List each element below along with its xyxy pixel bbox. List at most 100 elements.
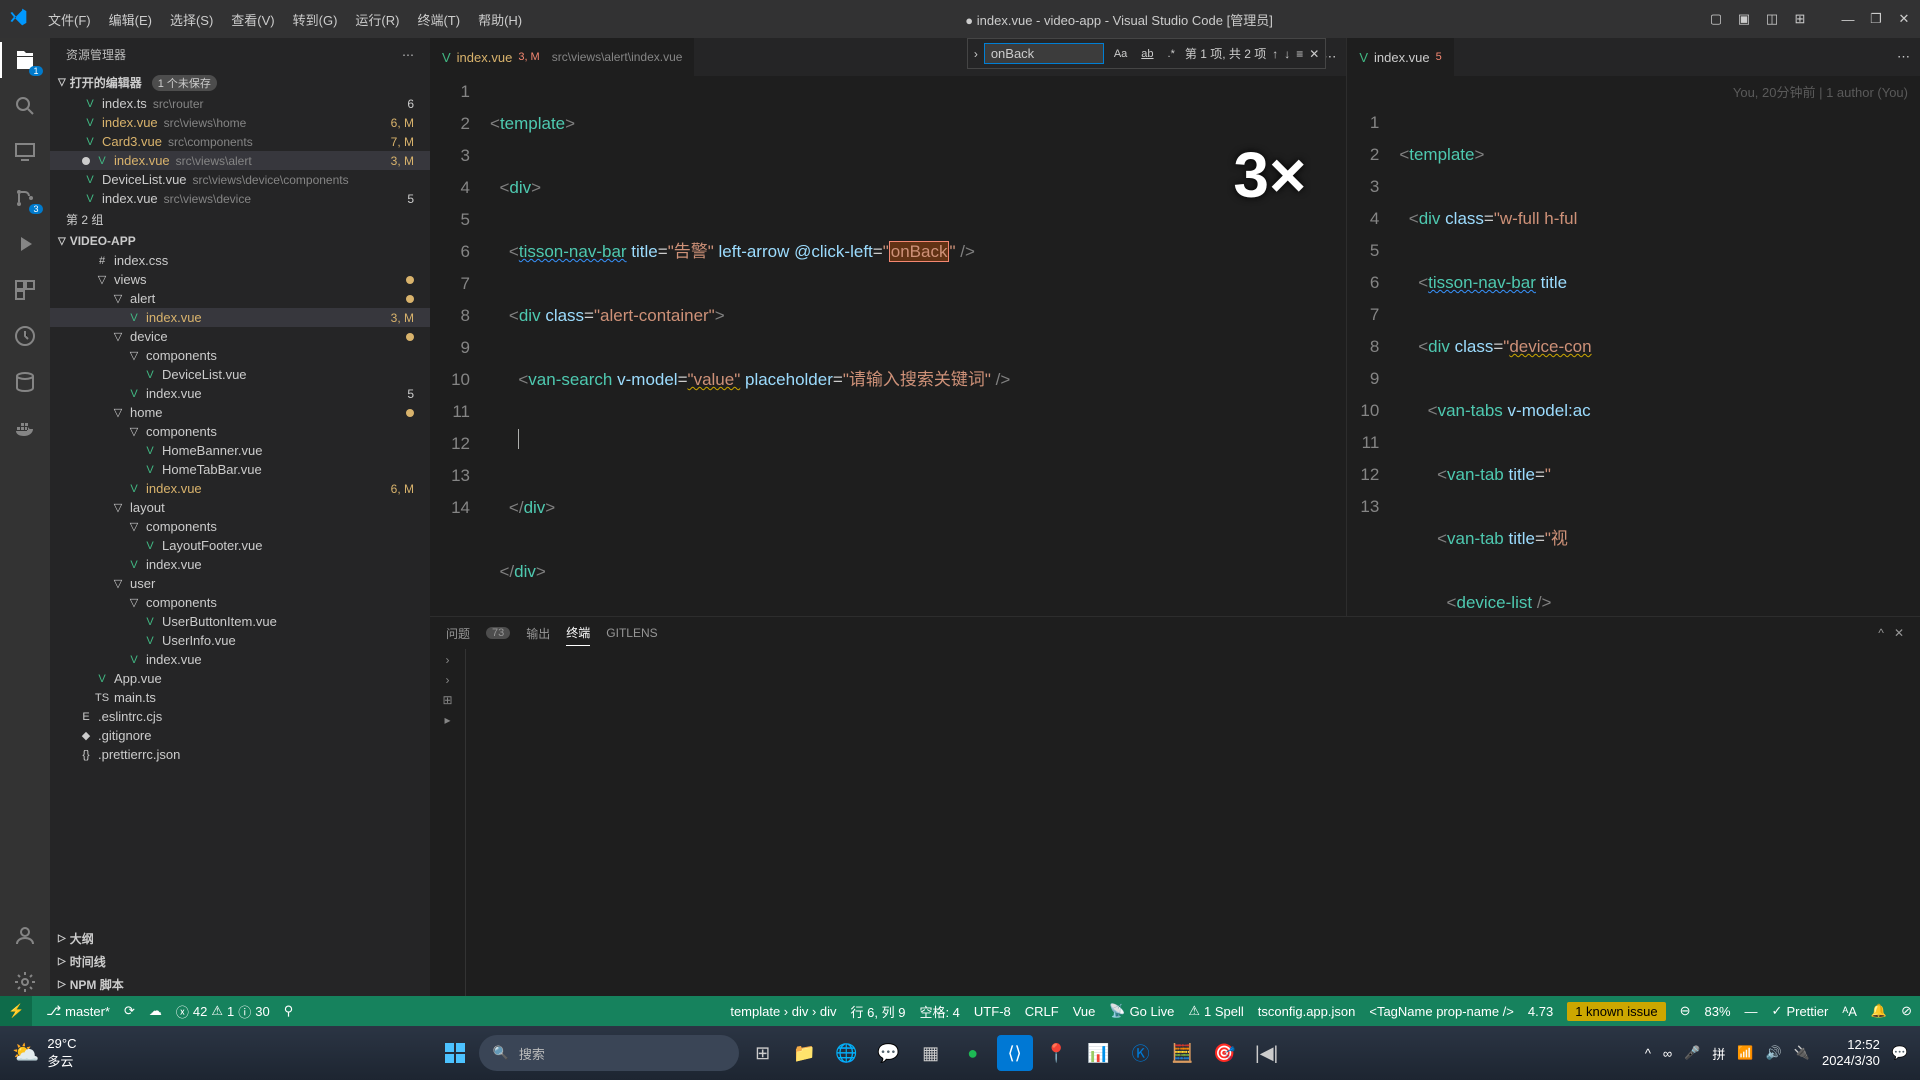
status-font-icon[interactable]: ᴬA (1842, 1004, 1857, 1019)
panel-tab-problems[interactable]: 问题 (446, 621, 470, 646)
file-item[interactable]: VDeviceList.vue (50, 365, 430, 384)
status-issue[interactable]: 1 known issue (1567, 1002, 1665, 1021)
activity-liveshare-icon[interactable] (11, 322, 39, 350)
status-sync-icon[interactable]: ⟳ (124, 1003, 135, 1019)
folder-item[interactable]: ▽components (50, 517, 430, 536)
menu-view[interactable]: 查看(V) (223, 6, 282, 33)
tray-icon[interactable]: ∞ (1663, 1046, 1672, 1061)
menu-terminal[interactable]: 终端(T) (409, 6, 468, 33)
app-icon[interactable]: |◀| (1249, 1035, 1285, 1071)
activity-extensions-icon[interactable] (11, 276, 39, 304)
minimize-icon[interactable]: — (1840, 11, 1856, 27)
status-crumb[interactable]: template › div › div (730, 1004, 836, 1019)
app-icon[interactable]: ● (955, 1035, 991, 1071)
file-item[interactable]: TSmain.ts (50, 688, 430, 707)
close-icon[interactable]: ✕ (1896, 11, 1912, 27)
menu-select[interactable]: 选择(S) (162, 6, 221, 33)
taskview-icon[interactable]: ⊞ (745, 1035, 781, 1071)
file-item[interactable]: VUserInfo.vue (50, 631, 430, 650)
activity-explorer-icon[interactable]: 1 (11, 46, 39, 74)
find-prev-icon[interactable]: ↑ (1272, 47, 1278, 61)
app-icon[interactable]: 📊 (1081, 1035, 1117, 1071)
find-next-icon[interactable]: ↓ (1284, 47, 1290, 61)
activity-search-icon[interactable] (11, 92, 39, 120)
activity-remote-icon[interactable] (11, 138, 39, 166)
status-prettier[interactable]: ✓ Prettier (1772, 1003, 1829, 1019)
activity-database-icon[interactable] (11, 368, 39, 396)
file-item[interactable]: E.eslintrc.cjs (50, 707, 430, 726)
maximize-icon[interactable]: ❐ (1868, 11, 1884, 27)
open-editors-section[interactable]: ▽ 打开的编辑器 1 个未保存 (50, 71, 430, 94)
timeline-section[interactable]: ▷时间线 (50, 950, 430, 973)
find-close-icon[interactable]: ✕ (1309, 47, 1319, 61)
activity-debug-icon[interactable] (11, 230, 39, 258)
status-branch[interactable]: ⎇ master* (46, 1003, 110, 1019)
status-zoom[interactable]: 83% (1705, 1004, 1731, 1019)
file-item[interactable]: VApp.vue (50, 669, 430, 688)
taskbar-search[interactable]: 🔍 搜索 (479, 1035, 739, 1071)
more-icon[interactable]: ⋯ (1897, 49, 1910, 65)
panel-tab-gitlens[interactable]: GITLENS (606, 622, 657, 644)
file-item[interactable]: Vindex.vue5 (50, 384, 430, 403)
tray-notifications-icon[interactable]: 💬 (1892, 1045, 1908, 1061)
taskbar-clock[interactable]: 12:52 2024/3/30 (1822, 1037, 1880, 1068)
layout-toggle-icon[interactable]: ▢ (1708, 11, 1724, 27)
taskbar-weather[interactable]: ⛅ 29°C 多云 (12, 1036, 76, 1070)
status-spaces[interactable]: 空格: 4 (919, 1002, 959, 1021)
folder-item[interactable]: ▽views (50, 270, 430, 289)
tray-volume-icon[interactable]: 🔊 (1766, 1045, 1782, 1061)
open-editor-item[interactable]: Vindex.vuesrc\views\alert3, M (50, 151, 430, 170)
panel-maximize-icon[interactable]: ^ (1878, 626, 1884, 640)
find-expand-icon[interactable]: › (974, 47, 978, 61)
status-encoding[interactable]: UTF-8 (974, 1004, 1011, 1019)
open-editor-item[interactable]: Vindex.vuesrc\views\device5 (50, 189, 430, 208)
status-bell-icon[interactable]: 🔔 (1871, 1003, 1887, 1019)
folder-item[interactable]: ▽user (50, 574, 430, 593)
file-item[interactable]: Vindex.vue (50, 650, 430, 669)
activity-settings-icon[interactable] (11, 968, 39, 996)
status-zoom-out-icon[interactable]: ⊖ (1680, 1003, 1691, 1019)
file-item[interactable]: VUserButtonItem.vue (50, 612, 430, 631)
calc-app-icon[interactable]: 🧮 (1165, 1035, 1201, 1071)
panel-close-icon[interactable]: ✕ (1894, 626, 1904, 640)
find-input[interactable] (984, 43, 1104, 64)
status-lang[interactable]: Vue (1073, 1004, 1096, 1019)
panel-toggle-icon[interactable]: ▣ (1736, 11, 1752, 27)
status-remote[interactable]: ⚡ (0, 996, 32, 1026)
file-item[interactable]: Vindex.vue3, M (50, 308, 430, 327)
folder-item[interactable]: ▽layout (50, 498, 430, 517)
terminal-split-icon[interactable]: ⊞ (442, 693, 452, 707)
find-case-icon[interactable]: Aa (1110, 46, 1131, 62)
find-selection-icon[interactable]: ≡ (1296, 47, 1303, 61)
file-item[interactable]: Vindex.vue6, M (50, 479, 430, 498)
app-icon[interactable]: Ⓚ (1123, 1035, 1159, 1071)
status-version[interactable]: 4.73 (1528, 1004, 1553, 1019)
menu-file[interactable]: 文件(F) (40, 6, 99, 33)
wechat-app-icon[interactable]: 💬 (871, 1035, 907, 1071)
menu-help[interactable]: 帮助(H) (470, 6, 530, 33)
tray-chevron-icon[interactable]: ^ (1645, 1046, 1651, 1061)
file-item[interactable]: {}.prettierrc.json (50, 745, 430, 764)
tray-wifi-icon[interactable]: 📶 (1737, 1045, 1753, 1061)
folder-item[interactable]: ▽device (50, 327, 430, 346)
status-cursor[interactable]: 行 6, 列 9 (851, 1002, 906, 1021)
folder-item[interactable]: ▽components (50, 422, 430, 441)
terminal-cmd-icon[interactable]: ▸ (444, 713, 450, 727)
open-editor-item[interactable]: Vindex.tssrc\router6 (50, 94, 430, 113)
status-copilot-icon[interactable]: ⊘ (1901, 1003, 1912, 1019)
project-section[interactable]: ▽ VIDEO-APP (50, 231, 430, 251)
vscode-app-icon[interactable]: ⟨⟩ (997, 1035, 1033, 1071)
folder-item[interactable]: ▽components (50, 593, 430, 612)
code-editor-right[interactable]: 12345678910111213 <template> <div class=… (1347, 107, 1920, 616)
status-problems[interactable]: ⓧ 42 ⚠ 1 ⓘ 30 (176, 1002, 270, 1021)
open-editor-item[interactable]: VDeviceList.vuesrc\views\device\componen… (50, 170, 430, 189)
file-item[interactable]: VLayoutFooter.vue (50, 536, 430, 555)
sidebar-toggle-icon[interactable]: ◫ (1764, 11, 1780, 27)
terminal-nav-icon[interactable]: › (446, 653, 450, 667)
terminal-content[interactable] (466, 649, 1920, 996)
status-eol[interactable]: CRLF (1025, 1004, 1059, 1019)
tray-battery-icon[interactable]: 🔌 (1794, 1045, 1810, 1061)
status-tagname[interactable]: <TagName prop-name /> (1369, 1004, 1514, 1019)
file-item[interactable]: Vindex.vue (50, 555, 430, 574)
panel-tab-terminal[interactable]: 终端 (566, 620, 590, 646)
